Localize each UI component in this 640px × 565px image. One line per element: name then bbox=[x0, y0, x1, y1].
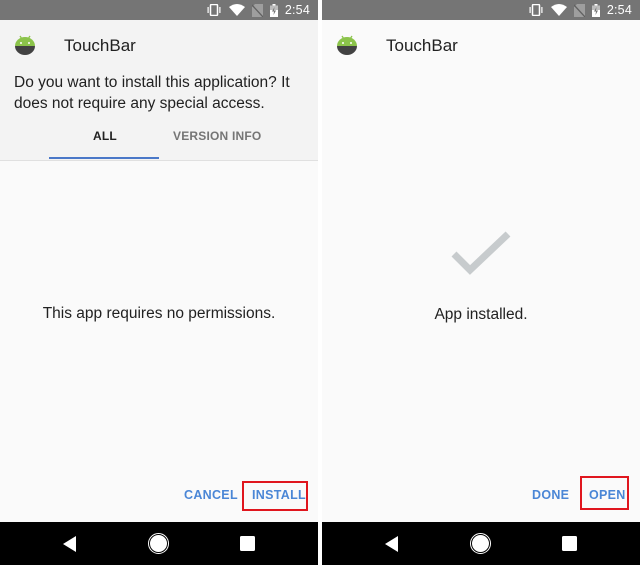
cancel-button[interactable]: CANCEL bbox=[184, 488, 238, 502]
vibrate-icon bbox=[207, 4, 221, 16]
wifi-icon bbox=[550, 4, 567, 16]
tab-all[interactable]: ALL bbox=[93, 129, 117, 143]
install-actions: CANCEL INSTALL bbox=[0, 481, 318, 511]
install-header: TouchBar Do you want to install this app… bbox=[0, 20, 318, 161]
installed-header: TouchBar bbox=[322, 20, 640, 80]
installed-actions: DONE OPEN bbox=[322, 476, 640, 510]
nav-bar bbox=[0, 522, 318, 565]
install-screen: 2:54 TouchBar Do you want to install thi… bbox=[0, 0, 318, 565]
vibrate-icon bbox=[529, 4, 543, 16]
battery-charging-icon bbox=[591, 3, 600, 17]
home-icon[interactable] bbox=[470, 533, 491, 554]
done-button[interactable]: DONE bbox=[532, 488, 569, 502]
app-name: TouchBar bbox=[64, 36, 136, 55]
wifi-icon bbox=[228, 4, 245, 16]
check-icon bbox=[451, 231, 511, 275]
status-bar: 2:54 bbox=[0, 0, 318, 20]
app-name: TouchBar bbox=[386, 36, 458, 55]
installed-screen: 2:54 TouchBar App installed. DONE OPEN bbox=[322, 0, 640, 565]
no-sim-icon bbox=[573, 3, 585, 17]
back-icon[interactable] bbox=[63, 536, 77, 552]
back-icon[interactable] bbox=[385, 536, 399, 552]
installed-message: App installed. bbox=[434, 306, 528, 323]
app-row: TouchBar bbox=[14, 34, 136, 56]
tab-bar: ALL VERSION INFO bbox=[0, 120, 318, 160]
android-icon bbox=[337, 35, 357, 55]
android-icon bbox=[15, 35, 35, 55]
status-bar: 2:54 bbox=[322, 0, 640, 20]
recents-icon[interactable] bbox=[240, 536, 255, 551]
permissions-message: This app requires no permissions. bbox=[42, 305, 276, 322]
open-button[interactable]: OPEN bbox=[589, 488, 626, 502]
no-sim-icon bbox=[251, 3, 263, 17]
install-button[interactable]: INSTALL bbox=[252, 488, 306, 502]
status-time: 2:54 bbox=[284, 3, 310, 17]
recents-icon[interactable] bbox=[562, 536, 577, 551]
status-time: 2:54 bbox=[606, 3, 632, 17]
tab-indicator bbox=[49, 157, 159, 159]
app-row: TouchBar bbox=[336, 34, 458, 56]
install-prompt: Do you want to install this application?… bbox=[14, 74, 290, 112]
battery-charging-icon bbox=[269, 3, 278, 17]
tab-version-info[interactable]: VERSION INFO bbox=[173, 129, 261, 143]
nav-bar bbox=[322, 522, 640, 565]
home-icon[interactable] bbox=[148, 533, 169, 554]
